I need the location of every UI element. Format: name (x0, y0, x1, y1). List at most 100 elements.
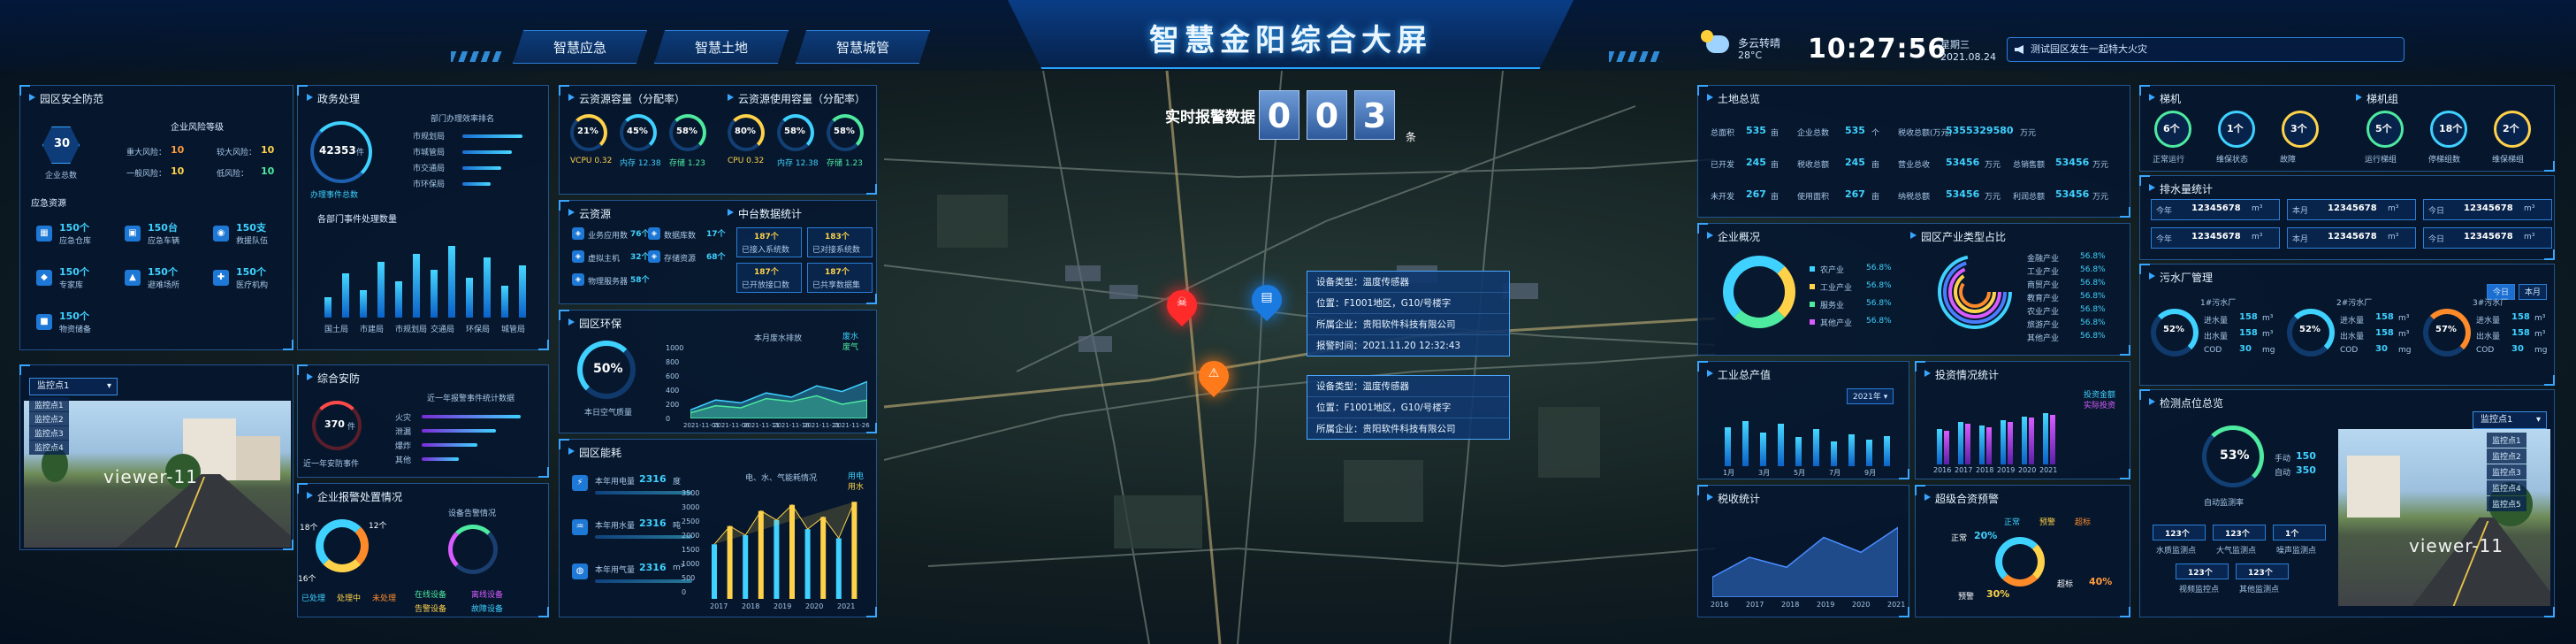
drainage-value: 12345678 (2191, 203, 2241, 213)
legend-item: 故障设备 (471, 605, 504, 614)
x-tick-label: 环保局 (466, 326, 491, 334)
vehicle-icon: ▣ (125, 226, 141, 242)
x-tick-label: 交通局 (431, 326, 455, 334)
cube-icon: ◈ (648, 250, 660, 263)
alarm-popup-1[interactable]: 设备类型：温度传感器 位置：F1001地区，G10/号楼字 所属企业：贵阳软件科… (1307, 271, 1510, 356)
x-tick-label: 2021 (1887, 601, 1906, 609)
panel-title: 企业报警处置情况 (307, 489, 402, 504)
legend-label: 农产业 (1820, 266, 1845, 275)
y-tick-label: 2500 (682, 518, 700, 525)
panel-title: 超级合资预警 (1924, 491, 1999, 506)
drainage-label: 今年 (2156, 235, 2173, 244)
camera-option[interactable]: 监控点3 (29, 426, 69, 441)
camera-select-left[interactable]: 监控点1 ▾ (29, 378, 118, 395)
legend-item: 预警 (2039, 518, 2056, 527)
land-unit: 亩 (1871, 193, 1880, 202)
dept-name: 市环保局 (413, 180, 446, 189)
output-bar (1831, 441, 1837, 466)
legend-item: 离线设备 (471, 591, 504, 600)
warning-value: 20% (1974, 530, 1998, 541)
energy-bar (851, 502, 857, 599)
monitor-box-label: 大气监测点 (2216, 547, 2257, 556)
plant-metric-label: 进水量 (2340, 317, 2365, 326)
enterprise-donut (1723, 256, 1795, 328)
legend-value: 56.8% (2080, 292, 2106, 301)
resource-label: 业务应用数 (588, 232, 629, 241)
tab-emergency[interactable]: 智慧应急 (513, 30, 647, 64)
map-marker-sensor[interactable]: ▤ (1245, 278, 1289, 322)
camera-option[interactable]: 监控点4 (2487, 480, 2526, 495)
events-total-label: 办理事件总数 (310, 191, 359, 200)
x-tick-label: 2021 (837, 602, 856, 610)
monitor-box (2273, 525, 2326, 540)
tab-month[interactable]: 本月 (2519, 284, 2548, 300)
energy-bar (820, 517, 827, 599)
resource-value: 150台 (148, 222, 178, 234)
tab-urban[interactable]: 智慧城管 (796, 30, 930, 64)
camera-option[interactable]: 监控点2 (2487, 448, 2526, 464)
land-label: 未开发 (1711, 193, 1735, 202)
panel-title: 云资源容量（分配率） (568, 91, 685, 106)
drainage-unit: m³ (2524, 204, 2535, 213)
legend-value: 56.8% (2080, 305, 2106, 314)
year-select[interactable]: 2021年 ▾ (1847, 388, 1894, 404)
plant-metric-value: 30 (2375, 344, 2388, 354)
y-tick-label: 800 (666, 358, 680, 366)
dept-name: 市规划局 (413, 133, 446, 142)
drainage-unit: m³ (2388, 204, 2399, 213)
legend-label: 其他产业 (1820, 319, 1853, 328)
shelter-icon: ▲ (125, 270, 141, 286)
alarm-digit: 0 (1259, 90, 1299, 140)
map-marker-warning[interactable]: ⚠ (1192, 354, 1236, 398)
weather-cloud-sun-icon (1701, 30, 1729, 53)
camera-option[interactable]: 监控点4 (29, 440, 69, 455)
tab-land[interactable]: 智慧土地 (654, 30, 789, 64)
camera-option[interactable]: 监控点2 (29, 411, 69, 426)
resource-label: 应急车辆 (148, 237, 180, 246)
drainage-unit: m³ (2252, 233, 2263, 242)
dept-bar (462, 166, 501, 170)
map-marker-fire[interactable]: ☠ (1160, 283, 1204, 327)
manual-label: 手动 (2275, 455, 2291, 464)
elevator-value: 6个 (2163, 123, 2180, 134)
gov-panel: 政务处理 42353 件 办理事件总数 部门办理效率排名 各部门事件处理数量 市… (297, 85, 549, 350)
risk-value: 10 (261, 144, 275, 156)
camera-option[interactable]: 监控点1 (2487, 433, 2526, 448)
camera-option[interactable]: 监控点5 (2487, 496, 2526, 511)
resource-value: 150个 (59, 266, 89, 278)
x-tick-label: 国土局 (324, 326, 349, 334)
camera-option[interactable]: 监控点3 (2487, 464, 2526, 479)
drainage-value: 12345678 (2328, 203, 2377, 213)
monitor-label: 自动监测率 (2204, 499, 2244, 508)
camera-option[interactable]: 监控点1 (29, 397, 69, 412)
camera-select-right[interactable]: 监控点1 ▾ (2473, 411, 2547, 429)
legend-label: 商贸产业 (2027, 281, 2060, 290)
popup-row: 报警时间：2021.11.20 12:32:43 (1316, 341, 1461, 351)
elevator-label: 停梯组数 (2428, 156, 2461, 165)
resources-title: 应急资源 (31, 199, 66, 209)
land-unit: 亩 (1771, 129, 1780, 138)
x-tick-label: 2018 (742, 602, 760, 610)
security-unit: 件 (347, 423, 356, 432)
energy-unit: 吨 (673, 522, 682, 531)
notice-bar[interactable]: 测试园区发生一起特大火灾 (2007, 37, 2405, 62)
skull-icon: ☠ (1176, 295, 1188, 310)
legend-value: 56.8% (2080, 318, 2106, 327)
warning-value: 40% (2089, 576, 2113, 587)
energy-icon: ⚡ (572, 475, 588, 491)
dept-rank-title: 部门办理效率排名 (431, 115, 495, 124)
drainage-unit: m³ (2252, 204, 2263, 213)
output-bar (1795, 437, 1802, 466)
risk-label: 重大风险： (126, 149, 167, 157)
popup-row: 设备类型：温度传感器 (1307, 376, 1509, 397)
month-bar (448, 246, 455, 318)
energy-underline (595, 579, 692, 583)
legend-item: 用水 (848, 483, 865, 492)
panel-title: 园区能耗 (568, 445, 621, 460)
invest-bar (1979, 426, 1985, 464)
drainage-label: 本月 (2292, 235, 2309, 244)
safety-panel: 园区安全防范 企业风险等级 30 企业总数 重大风险： 10 较大风险： 10 … (19, 85, 293, 350)
output-bar (1866, 440, 1872, 466)
y-tick-label: 200 (666, 401, 680, 409)
alarm-popup-2[interactable]: 设备类型：温度传感器 位置：F1001地区，G10/号楼字 所属企业：贵阳软件科… (1307, 375, 1510, 440)
